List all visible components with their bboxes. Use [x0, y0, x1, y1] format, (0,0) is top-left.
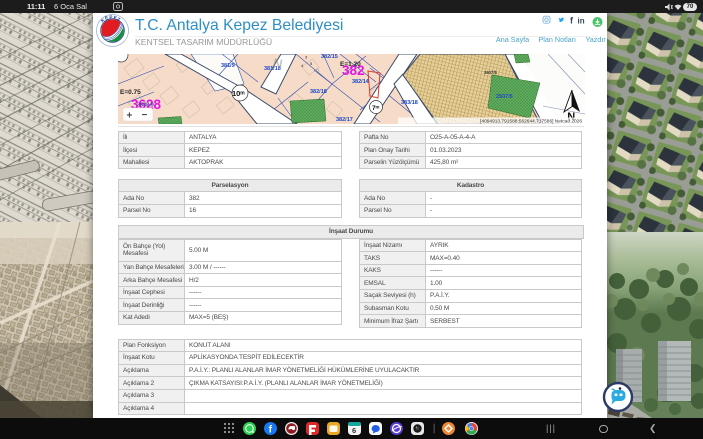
svg-text:382/14: 382/14	[352, 79, 370, 85]
svg-text:382/18: 382/18	[310, 89, 327, 95]
svg-text:2507/5: 2507/5	[496, 94, 513, 100]
svg-text:382/15: 382/15	[321, 54, 338, 60]
svg-text:−: −	[142, 110, 148, 121]
svg-text:6: 6	[352, 426, 356, 435]
svg-text:in: in	[578, 16, 585, 25]
svg-text:P: P	[109, 15, 112, 20]
svg-text:10ᵐ: 10ᵐ	[232, 89, 245, 98]
svg-text:+: +	[127, 111, 133, 122]
svg-text:7ᵐ: 7ᵐ	[372, 105, 380, 112]
svg-text:382: 382	[342, 63, 365, 78]
svg-text:f: f	[570, 15, 574, 25]
svg-text:3638.9: 3638.9	[137, 103, 154, 109]
svg-text:2607/5: 2607/5	[484, 70, 497, 75]
svg-text:382/17: 382/17	[336, 117, 353, 123]
svg-text:381/9: 381/9	[221, 63, 235, 69]
svg-text:383/18: 383/18	[401, 100, 418, 106]
svg-text:[4094913.791588:562644.717586]: [4094913.791588:562644.717586] Netcad 20…	[480, 119, 582, 125]
svg-text:E=0.75: E=0.75	[120, 89, 141, 96]
